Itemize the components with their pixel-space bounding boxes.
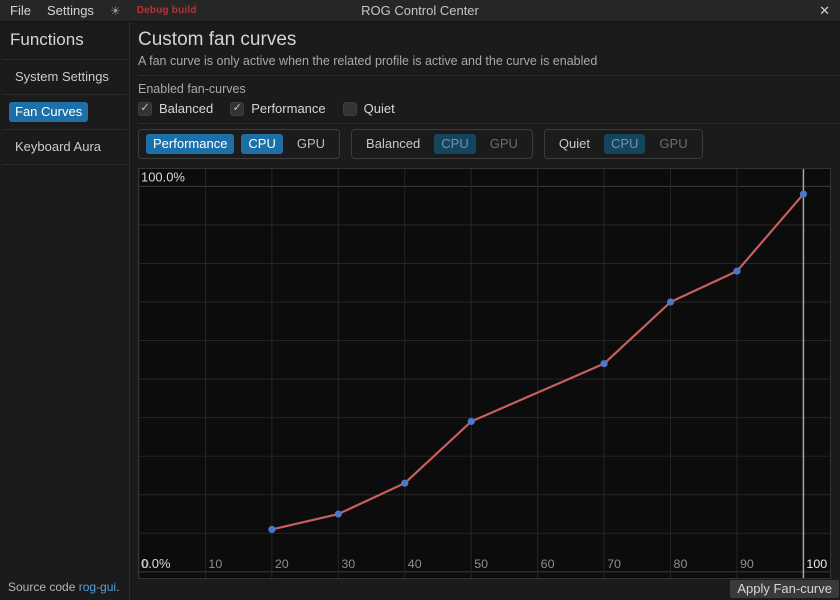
source-code-note: Source code rog-gui. [0, 576, 129, 600]
fan-curve-enable-quiet[interactable]: Quiet [343, 101, 395, 116]
x-tick-label: 50 [474, 557, 488, 571]
fan-curve-point[interactable] [268, 526, 275, 533]
fan-curve-group-performance: Performance CPU GPU [138, 129, 340, 159]
fan-tab-quiet-cpu[interactable]: CPU [604, 134, 645, 154]
checkbox-checked-icon[interactable]: ✓ [138, 102, 152, 116]
window-title: ROG Control Center [0, 3, 840, 18]
profile-tab-performance[interactable]: Performance [146, 134, 234, 154]
fan-curve-enable-balanced[interactable]: ✓ Balanced [138, 101, 213, 116]
fan-curve-enable-performance[interactable]: ✓ Performance [230, 101, 325, 116]
fan-tab-performance-gpu[interactable]: GPU [290, 134, 332, 154]
checkbox-unchecked-icon[interactable] [343, 102, 357, 116]
sidebar: Functions System Settings Fan Curves Keybo… [0, 22, 130, 600]
fan-tab-balanced-gpu[interactable]: GPU [483, 134, 525, 154]
profile-tab-quiet[interactable]: Quiet [552, 134, 597, 154]
profile-tab-balanced[interactable]: Balanced [359, 134, 427, 154]
x-tick-label: 90 [740, 557, 754, 571]
sidebar-item-label: Fan Curves [9, 102, 88, 122]
sidebar-item-keyboard-aura[interactable]: Keyboard Aura [0, 130, 129, 164]
divider [2, 164, 127, 165]
titlebar: ROG Control Center FileSettings ☀ Debug … [0, 0, 840, 22]
fan-tab-performance-cpu[interactable]: CPU [241, 134, 282, 154]
close-icon[interactable]: ✕ [819, 4, 830, 17]
sidebar-items: System Settings Fan Curves Keyboard Aura [0, 60, 129, 165]
page-subtitle: A fan curve is only active when the rela… [138, 54, 840, 68]
fan-curve-plot[interactable]: 0102030405060708090100100.0%0.0% [139, 169, 830, 578]
sidebar-item-label: Keyboard Aura [9, 137, 107, 157]
enabled-checkbox-row: ✓ Balanced ✓ Performance Quiet [138, 101, 840, 123]
page-title: Custom fan curves [138, 29, 840, 51]
checkbox-label: Quiet [364, 101, 395, 116]
source-code-period: . [116, 580, 119, 594]
sidebar-item-system-settings[interactable]: System Settings [0, 60, 129, 94]
enabled-fan-curves-heading: Enabled fan-curves [138, 82, 840, 96]
source-code-text: Source code [8, 580, 79, 594]
checkbox-label: Balanced [159, 101, 213, 116]
rog-gui-link[interactable]: rog-gui [79, 580, 116, 594]
profile-fan-selector-row: Performance CPU GPU Balanced CPU GPU Quiet CPU G… [138, 129, 840, 159]
divider [138, 75, 840, 76]
bottom-bar: Apply Fan-curve [138, 579, 840, 600]
fan-curve-point[interactable] [401, 480, 408, 487]
rog-control-center-window: ROG Control Center FileSettings ☀ Debug … [0, 0, 840, 600]
fan-curve-chart[interactable]: 0102030405060708090100100.0%0.0% [138, 168, 831, 579]
fan-curve-point[interactable] [667, 298, 674, 305]
fan-curve-group-quiet: Quiet CPU GPU [544, 129, 703, 159]
y-max-label: 100.0% [141, 169, 185, 184]
fan-curve-point[interactable] [800, 190, 807, 197]
checkbox-checked-icon[interactable]: ✓ [230, 102, 244, 116]
x-tick-label: 20 [275, 557, 289, 571]
x-tick-label: 40 [408, 557, 422, 571]
fan-curve-group-balanced: Balanced CPU GPU [351, 129, 533, 159]
fan-curve-point[interactable] [733, 268, 740, 275]
divider [138, 123, 840, 124]
fan-curve-point[interactable] [468, 418, 475, 425]
x-tick-label: 10 [208, 557, 222, 571]
x-tick-label: 80 [674, 557, 688, 571]
x-tick-label: 30 [341, 557, 355, 571]
fan-curve-point[interactable] [335, 510, 342, 517]
apply-fan-curve-button[interactable]: Apply Fan-curve [730, 580, 839, 598]
sidebar-heading: Functions [0, 27, 129, 59]
fan-tab-balanced-cpu[interactable]: CPU [434, 134, 475, 154]
x-tick-label: 100 [806, 557, 827, 571]
sidebar-item-fan-curves[interactable]: Fan Curves [0, 95, 129, 129]
y-min-label: 0.0% [141, 556, 171, 571]
x-tick-label: 60 [541, 557, 555, 571]
theme-toggle-sun-icon[interactable]: ☀ [110, 4, 121, 18]
main-panel: Custom fan curves A fan curve is only ac… [130, 22, 840, 600]
fan-curve-point[interactable] [601, 360, 608, 367]
fan-tab-quiet-gpu[interactable]: GPU [652, 134, 694, 154]
checkbox-label: Performance [251, 101, 325, 116]
debug-build-badge: Debug build [137, 5, 197, 16]
body: Functions System Settings Fan Curves Keybo… [0, 22, 840, 600]
x-tick-label: 70 [607, 557, 621, 571]
sidebar-item-label: System Settings [9, 67, 115, 87]
